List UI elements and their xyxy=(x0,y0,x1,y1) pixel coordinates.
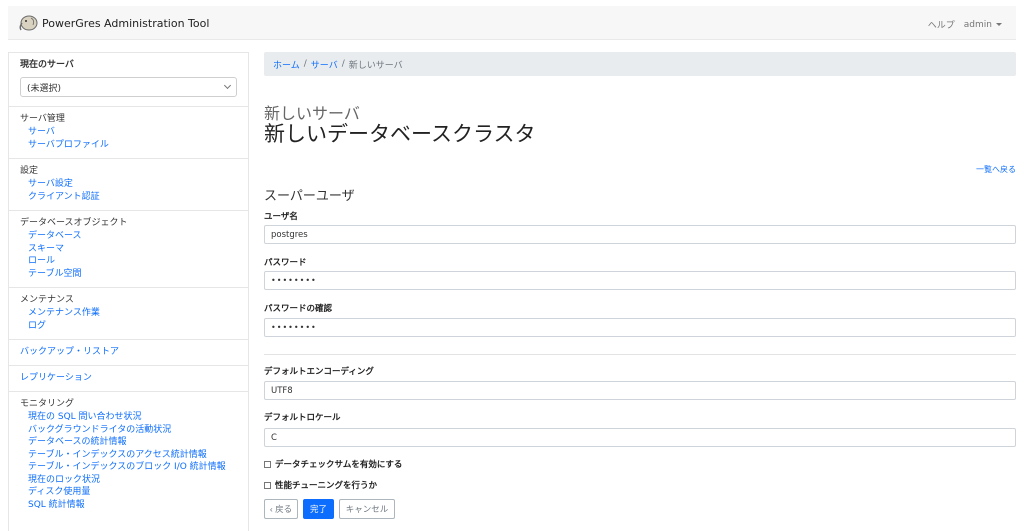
sidebar-item-server-settings[interactable]: サーバ設定 xyxy=(28,178,237,191)
sidebar: 現在のサーバ (未選択) サーバ管理 サーバ サーバプロファイル 設定 サーバ設… xyxy=(8,52,249,531)
sidebar-item-locks[interactable]: 現在のロック状況 xyxy=(28,474,237,487)
tuning-label: 性能チューニングを行うか xyxy=(275,481,378,491)
sidebar-item-replication[interactable]: レプリケーション xyxy=(20,372,237,385)
sidebar-item-servers[interactable]: サーバ xyxy=(28,126,237,139)
sidebar-item-server-profile[interactable]: サーバプロファイル xyxy=(28,139,237,152)
sidebar-item-table-io-stats[interactable]: テーブル・インデックスのブロック I/O 統計情報 xyxy=(28,461,237,474)
sidebar-item-databases[interactable]: データベース xyxy=(28,230,237,243)
main-content: ホーム / サーバ / 新しいサーバ 新しいサーバ 新しいデータベースクラスタ … xyxy=(264,52,1016,519)
sidebar-item-client-auth[interactable]: クライアント認証 xyxy=(28,191,237,204)
sidebar-item-roles[interactable]: ロール xyxy=(28,255,237,268)
server-mgmt-heading: サーバ管理 xyxy=(20,114,65,124)
checksum-checkbox[interactable] xyxy=(264,460,271,468)
username-label: ユーザ名 xyxy=(264,212,298,222)
tuning-checkbox[interactable] xyxy=(264,481,271,489)
done-button[interactable]: 完了 xyxy=(303,499,334,519)
sidebar-item-bgwriter[interactable]: バックグラウンドライタの活動状況 xyxy=(28,424,237,437)
form-buttons: ‹ 戻る 完了 キャンセル xyxy=(264,499,400,519)
cancel-button[interactable]: キャンセル xyxy=(339,499,395,519)
checksum-label: データチェックサムを有効にする xyxy=(275,460,403,470)
password-input[interactable]: •••••••• xyxy=(264,271,1016,290)
tuning-option[interactable]: 性能チューニングを行うか xyxy=(264,479,377,491)
password-confirm-label: パスワードの確認 xyxy=(264,304,333,314)
sidebar-item-sql-activity[interactable]: 現在の SQL 問い合わせ状況 xyxy=(28,411,237,424)
sidebar-item-backup-restore[interactable]: バックアップ・リストア xyxy=(20,346,237,359)
caret-down-icon xyxy=(996,23,1002,26)
back-button[interactable]: ‹ 戻る xyxy=(264,499,298,519)
elephant-logo-icon xyxy=(19,15,38,31)
sidebar-item-table-access-stats[interactable]: テーブル・インデックスのアクセス統計情報 xyxy=(28,449,237,462)
sidebar-item-maintenance-tasks[interactable]: メンテナンス作業 xyxy=(28,307,237,320)
breadcrumb-separator: / xyxy=(341,59,345,69)
server-select-value: (未選択) xyxy=(27,83,62,94)
superuser-section-title: スーパーユーザ xyxy=(264,189,355,204)
chevron-down-icon xyxy=(223,81,232,90)
breadcrumb-current: 新しいサーバ xyxy=(348,60,403,71)
locale-label: デフォルトロケール xyxy=(264,413,341,423)
user-name: admin xyxy=(963,19,992,30)
monitoring-heading: モニタリング xyxy=(20,399,75,409)
encoding-label: デフォルトエンコーディング xyxy=(264,367,374,377)
db-objects-heading: データベースオブジェクト xyxy=(20,218,128,228)
sidebar-item-disk-usage[interactable]: ディスク使用量 xyxy=(28,486,237,499)
divider xyxy=(264,354,1016,355)
breadcrumb-separator: / xyxy=(303,59,307,69)
checksum-option[interactable]: データチェックサムを有効にする xyxy=(264,458,402,470)
user-menu[interactable]: admin xyxy=(964,20,1002,30)
breadcrumb: ホーム / サーバ / 新しいサーバ xyxy=(264,52,1016,76)
brand[interactable]: PowerGres Administration Tool xyxy=(18,14,209,32)
settings-heading: 設定 xyxy=(20,166,39,176)
back-to-list-link[interactable]: 一覧へ戻る xyxy=(976,164,1016,175)
top-navbar: PowerGres Administration Tool ヘルプ admin xyxy=(8,6,1016,40)
sidebar-item-logs[interactable]: ログ xyxy=(28,320,237,333)
breadcrumb-servers[interactable]: サーバ xyxy=(311,58,338,71)
password-label: パスワード xyxy=(264,258,307,268)
sidebar-item-tablespaces[interactable]: テーブル空間 xyxy=(28,268,237,281)
brand-title: PowerGres Administration Tool xyxy=(42,16,210,30)
password-confirm-input[interactable]: •••••••• xyxy=(264,318,1016,337)
help-link[interactable]: ヘルプ xyxy=(928,18,955,31)
locale-input[interactable]: C xyxy=(264,428,1016,447)
maintenance-heading: メンテナンス xyxy=(20,295,74,305)
username-input[interactable]: postgres xyxy=(264,225,1016,244)
sidebar-item-sql-stats[interactable]: SQL 統計情報 xyxy=(28,499,237,512)
page-title: 新しいデータベースクラスタ xyxy=(264,122,536,146)
breadcrumb-home[interactable]: ホーム xyxy=(273,58,300,71)
encoding-input[interactable]: UTF8 xyxy=(264,381,1016,400)
sidebar-item-schemas[interactable]: スキーマ xyxy=(28,243,237,256)
sidebar-item-db-stats[interactable]: データベースの統計情報 xyxy=(28,436,237,449)
server-select[interactable]: (未選択) xyxy=(20,77,237,97)
current-server-heading: 現在のサーバ xyxy=(20,60,74,70)
